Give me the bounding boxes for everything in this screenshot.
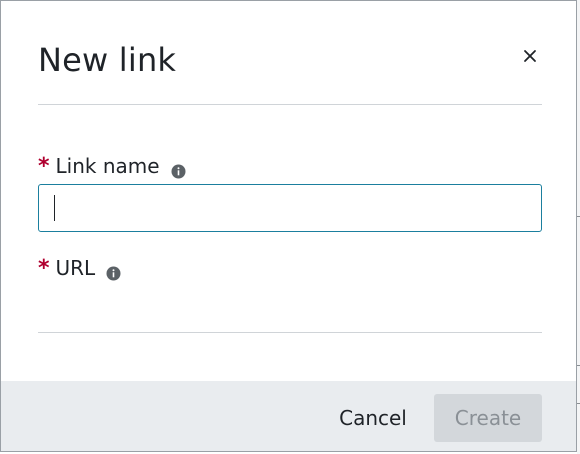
required-marker: * (38, 256, 50, 281)
info-icon[interactable] (171, 159, 186, 178)
header-divider (38, 104, 542, 105)
close-button[interactable] (517, 43, 543, 69)
link-name-label-text: Link name (55, 154, 160, 178)
url-label-text: URL (55, 256, 96, 280)
link-name-label: * Link name (38, 153, 186, 179)
required-marker: * (38, 154, 50, 179)
form-divider (38, 332, 542, 333)
info-icon[interactable] (106, 261, 121, 280)
close-icon (524, 50, 536, 62)
cancel-button[interactable]: Cancel (327, 394, 419, 442)
create-button[interactable]: Create (434, 394, 542, 442)
url-label: * URL (38, 255, 121, 281)
new-link-dialog: New link * Link name * URL Cancel Create (0, 0, 577, 452)
dialog-title: New link (38, 41, 177, 79)
link-name-input[interactable] (38, 184, 542, 232)
